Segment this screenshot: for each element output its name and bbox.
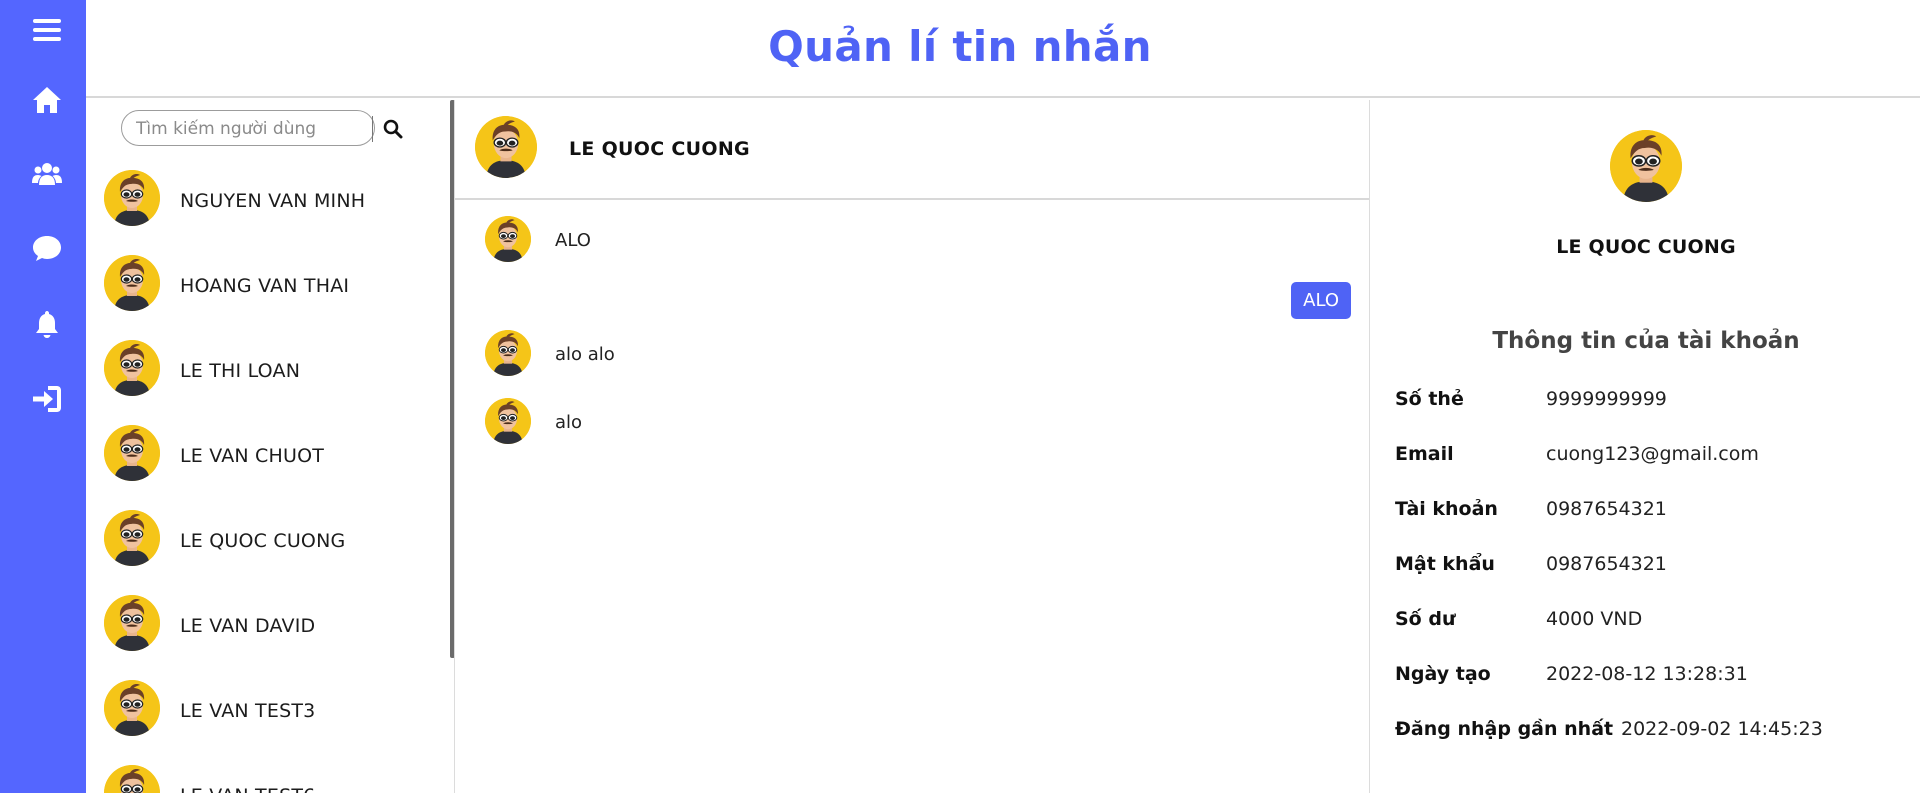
logout-button[interactable] — [29, 381, 65, 417]
info-row-created-date: Ngày tạo 2022-08-12 13:28:31 — [1395, 663, 1915, 693]
info-value: cuong123@gmail.com — [1546, 443, 1759, 465]
info-label: Số thẻ — [1395, 388, 1464, 410]
user-name: LE QUOC CUONG — [180, 530, 346, 552]
info-value: 9999999999 — [1546, 388, 1667, 410]
menu-button[interactable] — [29, 12, 65, 48]
user-name: LE VAN CHUOT — [180, 445, 325, 467]
info-row-account: Tài khoản 0987654321 — [1395, 498, 1915, 528]
avatar-face-icon — [485, 216, 531, 262]
user-list-item[interactable]: NGUYEN VAN MINH — [100, 170, 430, 234]
chat-icon — [33, 236, 61, 261]
avatar — [104, 340, 160, 396]
avatar-face-icon — [104, 425, 160, 481]
info-row-password: Mật khẩu 0987654321 — [1395, 553, 1915, 583]
search-button[interactable] — [378, 116, 408, 142]
user-list-item[interactable]: LE QUOC CUONG — [100, 510, 430, 574]
user-name: LE VAN TEST3 — [180, 700, 316, 722]
user-list-item[interactable]: LE THI LOAN — [100, 340, 430, 404]
avatar-face-icon — [485, 398, 531, 444]
user-name: HOANG VAN THAI — [180, 275, 350, 297]
info-value: 2022-09-02 14:45:23 — [1621, 718, 1823, 740]
avatar — [104, 510, 160, 566]
avatar-face-icon — [104, 765, 160, 793]
avatar — [104, 680, 160, 736]
users-icon — [32, 163, 62, 185]
avatar — [485, 216, 531, 262]
message-text: alo — [555, 412, 583, 433]
chat-panel: LE QUOC CUONG ALO ALO alo alo alo — [454, 100, 1370, 793]
chat-header: LE QUOC CUONG — [455, 100, 1369, 200]
user-list-item[interactable]: LE VAN TEST6 — [100, 765, 430, 793]
search-input[interactable] — [136, 117, 356, 141]
avatar — [104, 425, 160, 481]
info-row-last-login: Đăng nhập gần nhất 2022-09-02 14:45:23 — [1395, 718, 1915, 748]
profile-name: LE QUOC CUONG — [1556, 236, 1736, 258]
info-label: Số dư — [1395, 608, 1456, 630]
user-name: LE VAN TEST6 — [180, 785, 315, 793]
avatar — [104, 170, 160, 226]
avatar-face-icon — [475, 116, 537, 178]
menu-icon — [33, 19, 61, 41]
message-text: ALO — [555, 230, 591, 251]
info-value: 0987654321 — [1546, 553, 1667, 575]
avatar-face-icon — [485, 330, 531, 376]
info-value: 0987654321 — [1546, 498, 1667, 520]
incoming-message: alo — [485, 398, 1085, 450]
user-list-item[interactable]: LE VAN TEST3 — [100, 680, 430, 744]
info-row-email: Email cuong123@gmail.com — [1395, 443, 1915, 473]
info-row-balance: Số dư 4000 VND — [1395, 608, 1915, 638]
profile-avatar — [1610, 130, 1682, 202]
info-row-card-number: Số thẻ 9999999999 — [1395, 388, 1915, 418]
user-name: LE THI LOAN — [180, 360, 301, 382]
account-info-heading: Thông tin của tài khoản — [1492, 328, 1800, 354]
avatar — [475, 116, 537, 178]
sign-in-icon — [33, 386, 61, 412]
profile-panel: LE QUOC CUONG Thông tin của tài khoản Số… — [1370, 100, 1920, 793]
info-value: 2022-08-12 13:28:31 — [1546, 663, 1748, 685]
search-icon — [383, 119, 403, 139]
avatar — [485, 398, 531, 444]
avatar — [104, 255, 160, 311]
search-box — [121, 110, 403, 146]
outgoing-message: ALO — [1291, 282, 1351, 319]
page-title: Quản lí tin nhắn — [768, 22, 1152, 71]
avatar-face-icon — [104, 255, 160, 311]
avatar-face-icon — [104, 510, 160, 566]
info-label: Mật khẩu — [1395, 553, 1495, 575]
avatar-face-icon — [104, 170, 160, 226]
chat-contact-name: LE QUOC CUONG — [569, 138, 750, 160]
avatar-face-icon — [1610, 130, 1682, 202]
avatar-face-icon — [104, 340, 160, 396]
user-name: LE VAN DAVID — [180, 615, 316, 637]
home-button[interactable] — [29, 82, 65, 118]
incoming-message: alo alo — [485, 330, 1085, 382]
avatar-face-icon — [104, 595, 160, 651]
user-list-item[interactable]: HOANG VAN THAI — [100, 255, 430, 319]
user-list-item[interactable]: LE VAN CHUOT — [100, 425, 430, 489]
info-label: Ngày tạo — [1395, 663, 1491, 685]
info-label: Email — [1395, 443, 1454, 465]
avatar — [104, 765, 160, 793]
users-button[interactable] — [29, 156, 65, 192]
info-value: 4000 VND — [1546, 608, 1643, 630]
info-label: Tài khoản — [1395, 498, 1498, 520]
user-list-item[interactable]: LE VAN DAVID — [100, 595, 430, 659]
search-divider — [372, 116, 373, 142]
bell-icon — [36, 311, 58, 338]
sidebar — [0, 0, 86, 793]
home-icon — [33, 87, 61, 113]
notifications-button[interactable] — [29, 306, 65, 342]
messages-button[interactable] — [29, 230, 65, 266]
page-header: Quản lí tin nhắn — [86, 0, 1920, 98]
info-label: Đăng nhập gần nhất — [1395, 718, 1614, 740]
incoming-message: ALO — [485, 216, 1085, 268]
user-list-panel: NGUYEN VAN MINH HOANG VAN THAI LE THI LO… — [86, 100, 454, 793]
user-name: NGUYEN VAN MINH — [180, 190, 366, 212]
avatar — [485, 330, 531, 376]
avatar — [104, 595, 160, 651]
message-text: alo alo — [555, 344, 615, 365]
avatar-face-icon — [104, 680, 160, 736]
